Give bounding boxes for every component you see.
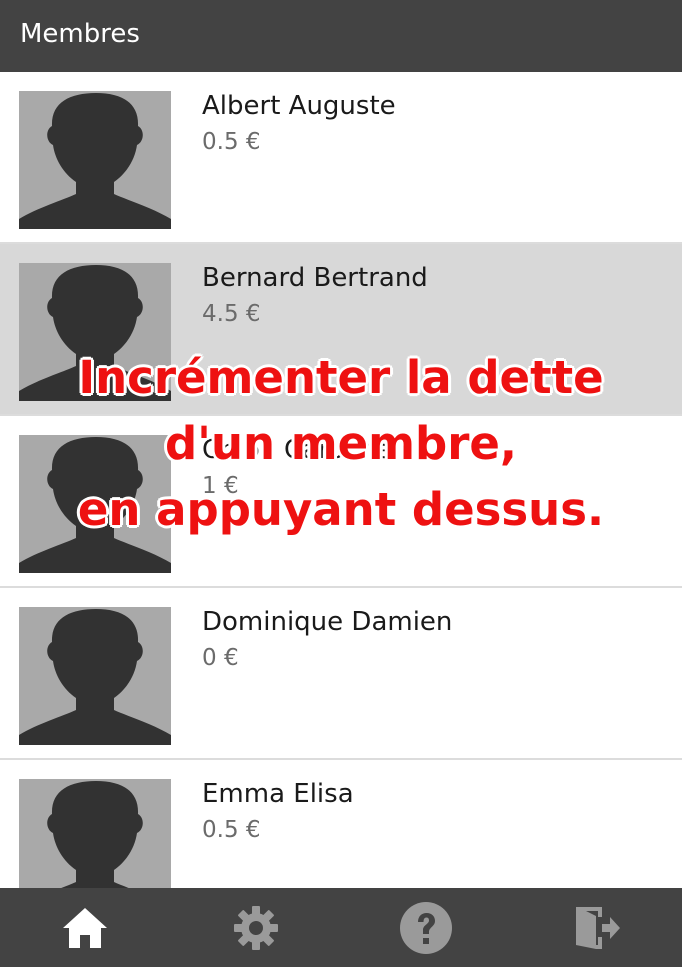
help-icon — [400, 901, 453, 954]
avatar — [19, 435, 171, 573]
member-debt: 0.5 € — [202, 129, 261, 155]
member-name: Dominique Damien — [202, 607, 453, 637]
member-debt: 1 € — [202, 473, 239, 499]
member-row[interactable]: Dominique Damien 0 € — [0, 588, 682, 760]
member-name: Bernard Bertrand — [202, 263, 428, 293]
member-name: Chloé Caroline — [202, 435, 392, 465]
member-row[interactable]: Bernard Bertrand 4.5 € — [0, 244, 682, 416]
member-row[interactable]: Chloé Caroline 1 € — [0, 416, 682, 588]
app-bar: Membres — [0, 0, 682, 72]
member-debt: 0 € — [202, 645, 239, 671]
nav-settings[interactable] — [171, 888, 342, 967]
member-name: Albert Auguste — [202, 91, 396, 121]
exit-icon — [575, 906, 620, 949]
nav-home[interactable] — [0, 888, 171, 967]
home-icon — [63, 907, 108, 948]
gear-icon — [233, 905, 278, 950]
avatar — [19, 607, 171, 745]
member-debt: 4.5 € — [202, 301, 261, 327]
member-row[interactable]: Albert Auguste 0.5 € — [0, 72, 682, 244]
member-debt: 0.5 € — [202, 817, 261, 843]
member-list: Albert Auguste 0.5 € Bernard Bertrand 4.… — [0, 72, 682, 888]
page-title: Membres — [20, 19, 140, 49]
member-name: Emma Elisa — [202, 779, 354, 809]
member-row[interactable]: Emma Elisa 0.5 € — [0, 760, 682, 888]
avatar — [19, 263, 171, 401]
avatar — [19, 779, 171, 888]
nav-help[interactable] — [341, 888, 512, 967]
avatar — [19, 91, 171, 229]
nav-exit[interactable] — [512, 888, 682, 967]
bottom-nav — [0, 888, 682, 967]
